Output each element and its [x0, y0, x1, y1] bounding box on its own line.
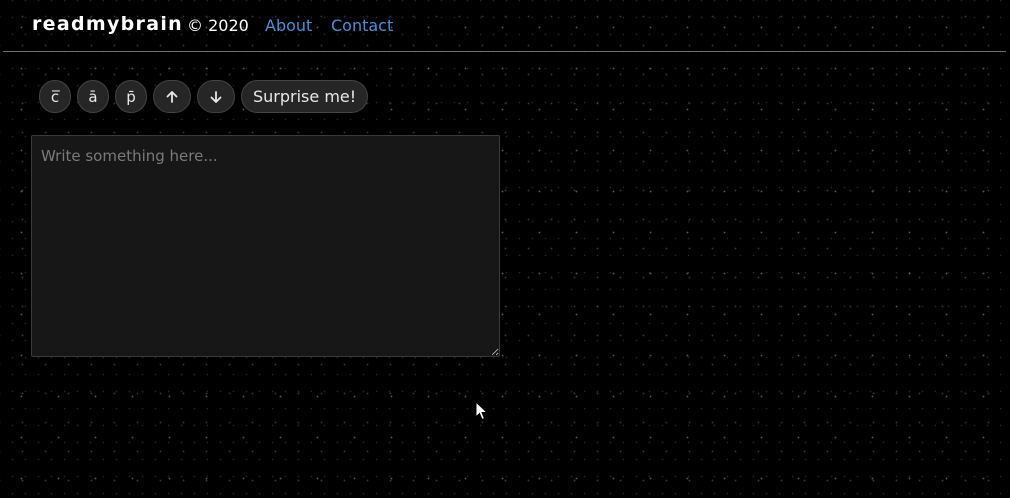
brand-logo-text[interactable]: readmybrain: [32, 13, 183, 35]
mouse-pointer-icon: [475, 401, 489, 421]
surprise-me-label: Surprise me!: [253, 87, 357, 106]
nav-link-about[interactable]: About: [265, 16, 312, 35]
move-up-button[interactable]: [153, 80, 191, 113]
insert-p-macron-button[interactable]: p̄: [115, 80, 147, 113]
top-navbar: readmybrain © 2020 About Contact: [0, 0, 1010, 52]
insert-c-macron-button[interactable]: c̅: [39, 80, 71, 113]
c-macron-label: c̅: [50, 87, 60, 106]
header-divider: [3, 51, 1006, 52]
arrow-up-icon: [166, 90, 178, 103]
arrow-down-icon: [210, 90, 222, 103]
text-editor-input[interactable]: [31, 135, 500, 357]
nav-link-contact[interactable]: Contact: [331, 16, 393, 35]
move-down-button[interactable]: [197, 80, 235, 113]
a-macron-label: ā: [88, 87, 98, 106]
editor-toolbar: c̅ ā p̄ Surprise me!: [39, 80, 369, 114]
p-macron-label: p̄: [126, 87, 136, 106]
copyright-text: © 2020: [187, 16, 249, 35]
surprise-me-button[interactable]: Surprise me!: [241, 80, 369, 113]
insert-a-macron-button[interactable]: ā: [77, 80, 109, 113]
